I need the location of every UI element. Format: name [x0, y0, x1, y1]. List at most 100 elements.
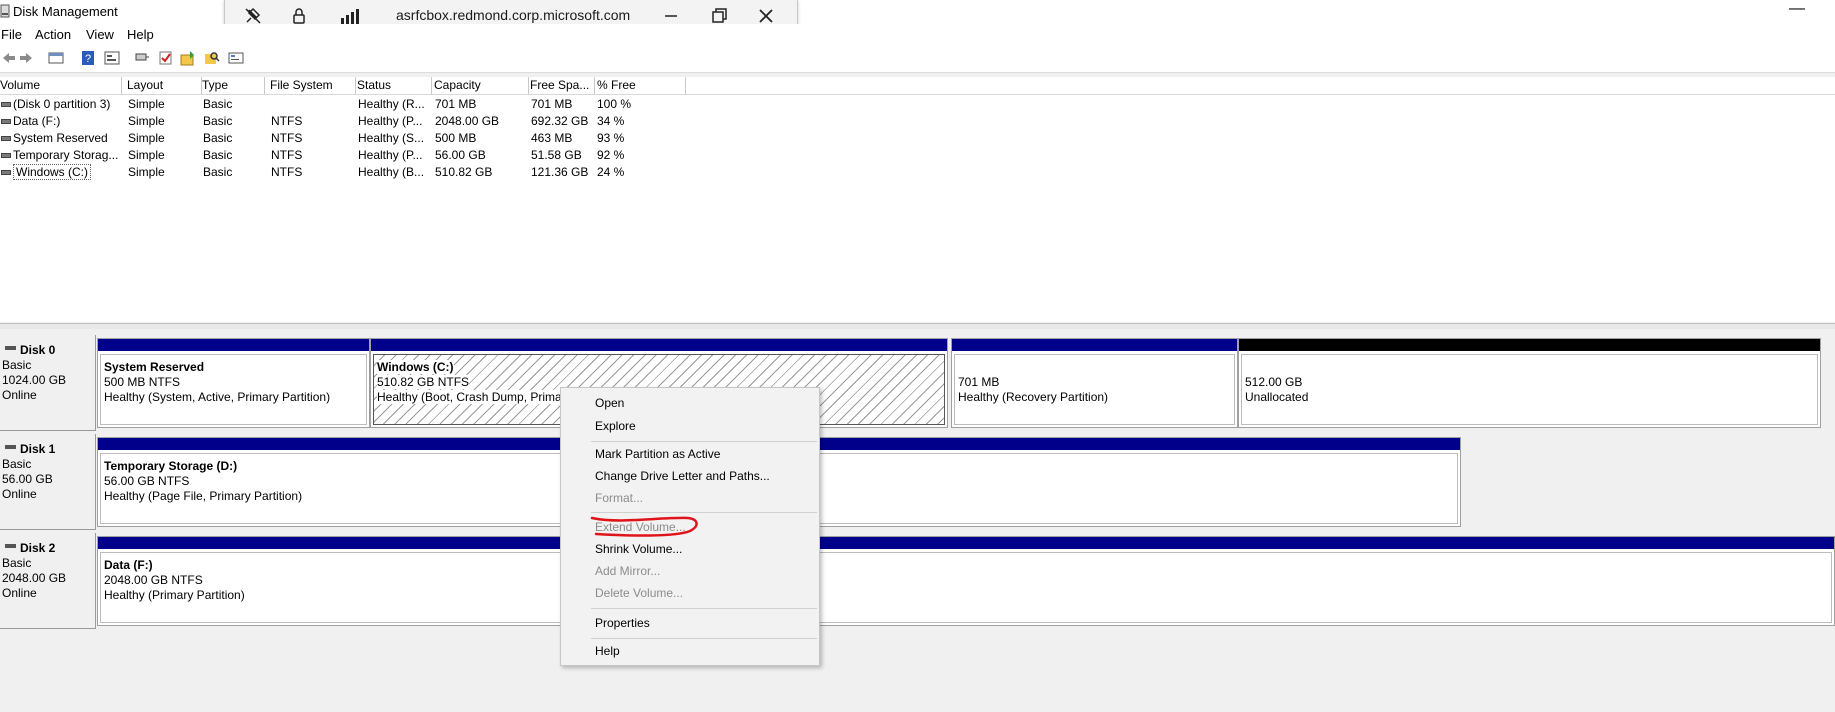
disk-size: 2048.00 GB [2, 571, 67, 585]
menu-file[interactable]: File [1, 27, 22, 42]
table-row[interactable]: Windows (C:) Simple Basic NTFS Healthy (… [0, 164, 680, 181]
cell-free-space: 692.32 GB [531, 114, 589, 128]
search-icon[interactable] [204, 50, 220, 66]
menu-view[interactable]: View [86, 27, 114, 42]
cell-percent-free: 92 % [597, 148, 625, 162]
partition-status: Healthy (Recovery Partition) [958, 390, 1109, 404]
minimize-icon[interactable] [661, 6, 681, 26]
cell-capacity: 701 MB [435, 97, 477, 111]
unpin-icon[interactable] [243, 6, 263, 26]
disk-type: Basic [2, 457, 32, 471]
menu-bar: File Action View Help [0, 24, 1835, 46]
window-minimize-button[interactable]: — [1789, 0, 1805, 18]
cell-type: Basic [203, 165, 233, 179]
disk-management-icon [0, 4, 10, 18]
cell-capacity: 510.82 GB [435, 165, 493, 179]
lock-icon[interactable] [289, 6, 309, 26]
menu-help[interactable]: Help [127, 27, 154, 42]
disk-state: Online [2, 388, 37, 402]
cell-status: Healthy (P... [358, 148, 423, 162]
settings-icon[interactable] [228, 50, 244, 66]
disk-1-label[interactable]: Disk 1 Basic 56.00 GB Online [0, 434, 96, 530]
help-icon[interactable]: ? [80, 50, 96, 66]
red-underline-annotation [590, 516, 698, 537]
menu-action[interactable]: Action [35, 27, 71, 42]
partition-unallocated[interactable]: 512.00 GB Unallocated [1238, 338, 1821, 428]
menu-item-properties[interactable]: Properties [595, 616, 650, 630]
connect-icon[interactable] [134, 50, 150, 66]
check-icon[interactable] [158, 50, 174, 66]
volume-icon [1, 119, 11, 124]
volume-icon [1, 153, 11, 158]
menu-item-mark-active[interactable]: Mark Partition as Active [595, 447, 720, 461]
partition-name: Temporary Storage (D:) [104, 459, 238, 473]
partition-system-reserved[interactable]: System Reserved 500 MB NTFS Healthy (Sys… [97, 338, 370, 428]
cell-volume: (Disk 0 partition 3) [13, 97, 111, 111]
disk-size: 56.00 GB [2, 472, 53, 486]
disk-0-label[interactable]: Disk 0 Basic 1024.00 GB Online [0, 335, 96, 431]
cell-volume: Data (F:) [13, 114, 61, 128]
disk-name: Disk 1 [20, 442, 56, 456]
cell-free-space: 121.36 GB [531, 165, 589, 179]
properties-icon[interactable] [104, 50, 120, 66]
volume-icon [1, 136, 11, 141]
remote-host-name: asrfcbox.redmond.corp.microsoft.com [396, 7, 631, 23]
cell-type: Basic [203, 97, 233, 111]
table-row[interactable]: System Reserved Simple Basic NTFS Health… [0, 130, 680, 147]
partition-size: 2048.00 GB NTFS [104, 573, 203, 587]
column-header-capacity[interactable]: Capacity [429, 77, 529, 94]
table-row[interactable]: Temporary Storag... Simple Basic NTFS He… [0, 147, 680, 164]
cell-percent-free: 34 % [597, 114, 625, 128]
disk-graphical-view: Disk 0 Basic 1024.00 GB Online System Re… [0, 330, 1835, 712]
disk-icon [5, 445, 16, 449]
restore-icon[interactable] [709, 6, 729, 26]
menu-item-delete-volume: Delete Volume... [595, 586, 684, 600]
disk-name: Disk 0 [20, 343, 56, 357]
svg-text:?: ? [85, 53, 91, 65]
disk-name: Disk 2 [20, 541, 56, 555]
signal-icon[interactable] [339, 6, 359, 26]
export-icon[interactable] [180, 50, 196, 66]
cell-status: Healthy (R... [358, 97, 425, 111]
cell-layout: Simple [128, 148, 165, 162]
menu-item-help[interactable]: Help [595, 644, 620, 658]
disk-state: Online [2, 487, 37, 501]
menu-item-change-drive-letter[interactable]: Change Drive Letter and Paths... [595, 469, 770, 483]
menu-separator [591, 608, 817, 609]
column-header-type[interactable]: Type [197, 77, 265, 94]
column-header-volume[interactable]: Volume [0, 77, 122, 94]
partition-name: Windows (C:) [377, 360, 454, 374]
column-header-layout[interactable]: Layout [122, 77, 202, 94]
pane-splitter[interactable] [0, 323, 1835, 329]
close-icon[interactable] [756, 6, 776, 26]
partition-status: Unallocated [1245, 390, 1309, 404]
forward-icon[interactable] [18, 50, 34, 66]
disk-size: 1024.00 GB [2, 373, 67, 387]
partition-recovery[interactable]: 701 MB Healthy (Recovery Partition) [951, 338, 1238, 428]
cell-type: Basic [203, 131, 233, 145]
back-icon[interactable] [1, 50, 17, 66]
menu-item-explore[interactable]: Explore [595, 419, 636, 433]
partition-size: 510.82 GB NTFS [377, 375, 470, 389]
column-header-file-system[interactable]: File System [265, 77, 356, 94]
partition-status: Healthy (Primary Partition) [104, 588, 245, 602]
cell-free-space: 51.58 GB [531, 148, 582, 162]
menu-item-shrink-volume[interactable]: Shrink Volume... [595, 542, 682, 556]
cell-capacity: 2048.00 GB [435, 114, 500, 128]
column-header-status[interactable]: Status [352, 77, 432, 94]
cell-layout: Simple [128, 165, 165, 179]
column-header-free-space[interactable]: Free Spa... [525, 77, 595, 94]
cell-file-system: NTFS [271, 165, 303, 179]
table-row[interactable]: Data (F:) Simple Basic NTFS Healthy (P..… [0, 113, 680, 130]
partition-name: Data (F:) [104, 558, 153, 572]
disk-2-label[interactable]: Disk 2 Basic 2048.00 GB Online [0, 533, 96, 629]
disk-list-icon[interactable] [48, 50, 64, 66]
partition-name: System Reserved [104, 360, 205, 374]
cell-free-space: 463 MB [531, 131, 573, 145]
cell-free-space: 701 MB [531, 97, 573, 111]
cell-layout: Simple [128, 114, 165, 128]
menu-item-open[interactable]: Open [595, 396, 624, 410]
table-row[interactable]: (Disk 0 partition 3) Simple Basic Health… [0, 96, 680, 113]
column-header-percent-free[interactable]: % Free [592, 77, 686, 94]
partition-data-f[interactable]: Data (F:) 2048.00 GB NTFS Healthy (Prima… [97, 536, 1835, 626]
